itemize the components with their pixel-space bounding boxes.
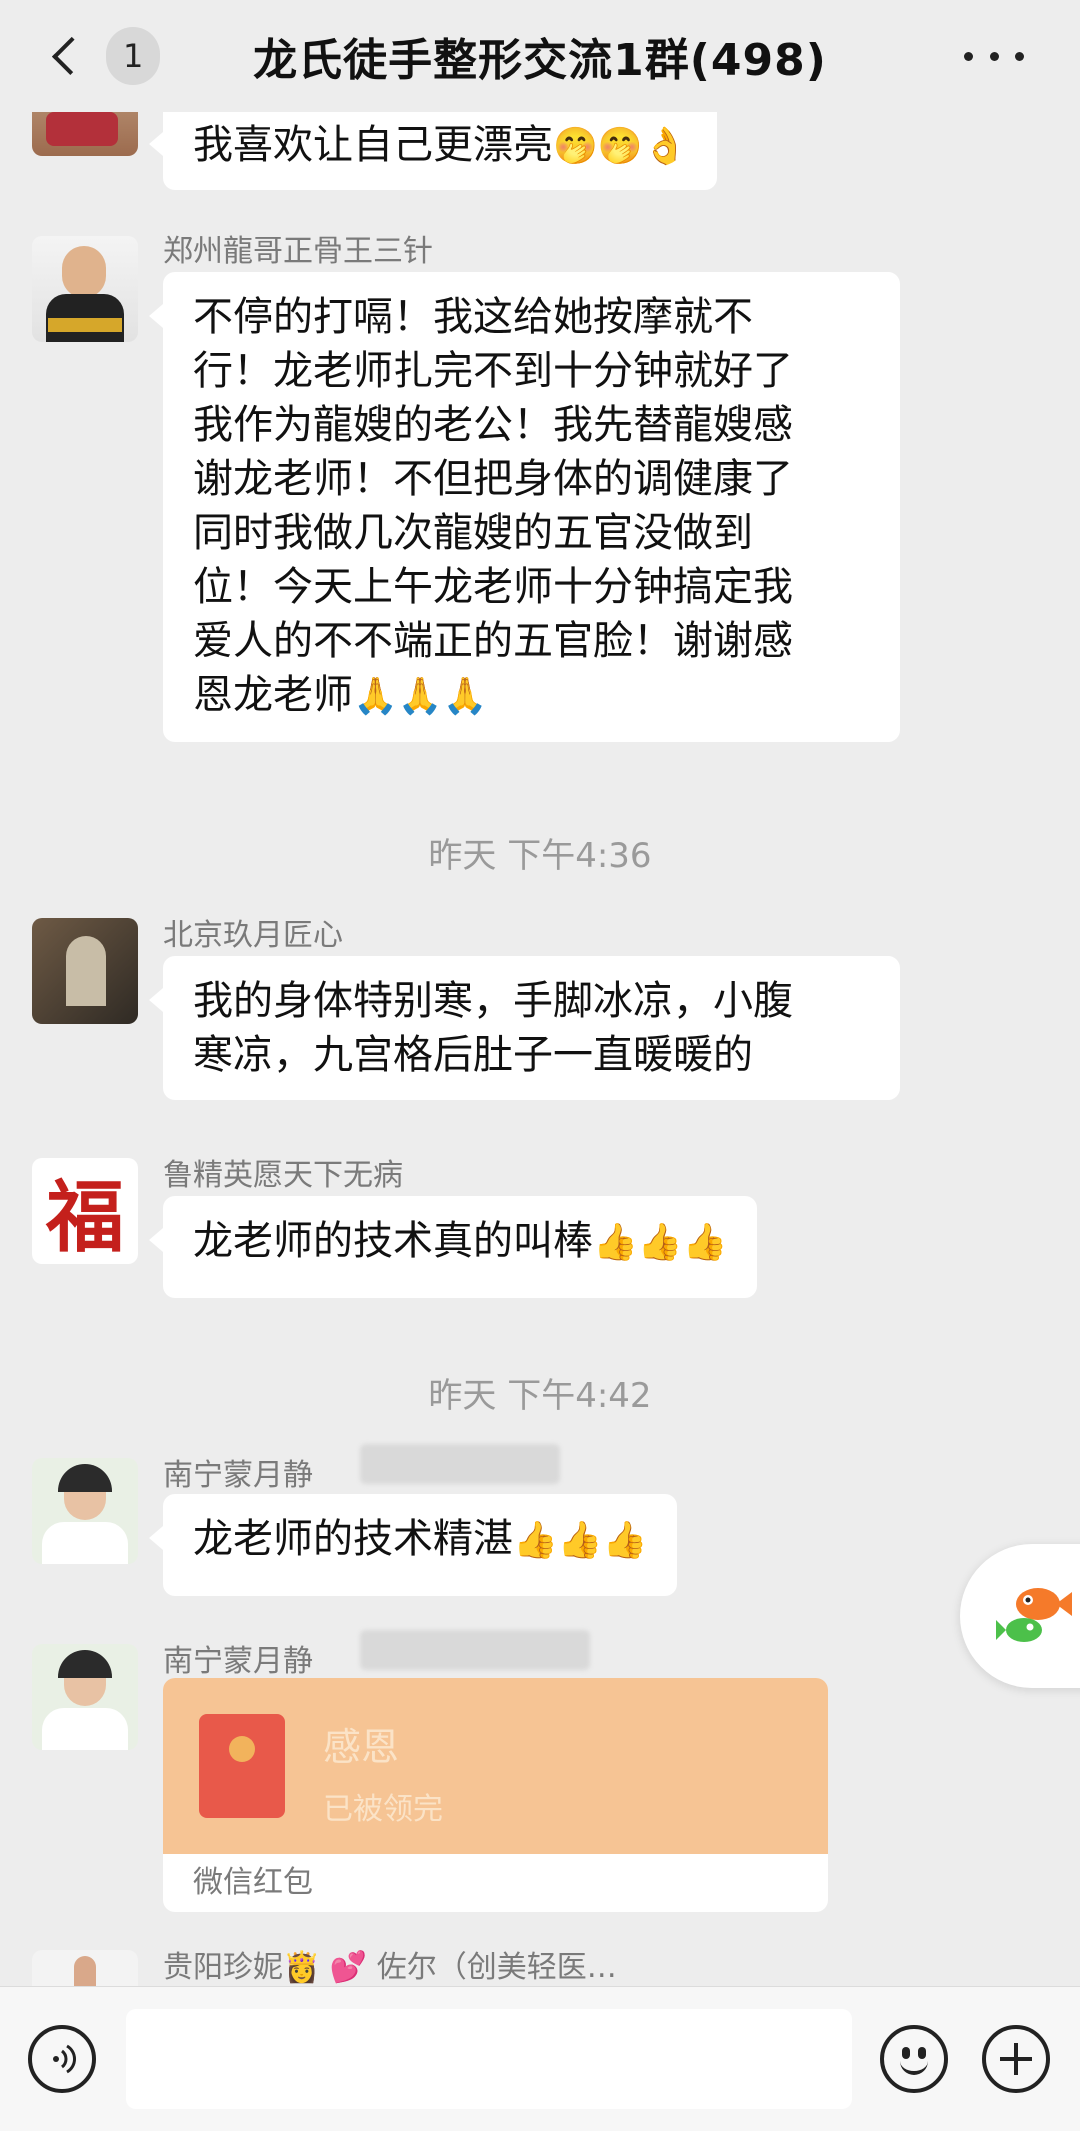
message-line: 寒凉，九宫格后肚子一直暖暖的	[193, 1032, 753, 1078]
avatar[interactable]	[32, 1950, 138, 1986]
chat-title: 龙氏徒手整形交流1群(498)	[253, 35, 827, 86]
plus-button[interactable]	[982, 2025, 1050, 2093]
message-bubble[interactable]: 不停的打嗝！我这给她按摩就不 行！龙老师扎完不到十分钟就好了 我作为龍嫂的老公！…	[149, 272, 900, 742]
more-button[interactable]	[964, 38, 1024, 74]
message-line: 恩龙老师	[193, 672, 353, 718]
unread-badge: 1	[106, 27, 160, 85]
sender-name: 郑州龍哥正骨王三针	[163, 234, 433, 269]
back-button[interactable]: 1	[40, 26, 160, 86]
red-packet-card[interactable]: 感恩 已被领完 微信红包	[163, 1678, 828, 1912]
red-packet-title: 感恩	[323, 1725, 400, 1769]
message-line: 位！今天上午龙老师十分钟搞定我	[193, 564, 793, 610]
message-bubble[interactable]: 龙老师的技术真的叫棒👍👍👍	[148, 1196, 758, 1298]
emoji: 🤭🤭👌	[553, 126, 688, 167]
sender-name: 贵阳珍妮👸 💕 佐尔（创美轻医…	[163, 1950, 617, 1985]
back-chevron-icon	[51, 36, 91, 76]
message-line: 不停的打嗝！我这给她按摩就不	[193, 294, 753, 340]
avatar[interactable]: 福	[32, 1158, 138, 1264]
message-text: 我喜欢让自己更漂亮	[193, 122, 553, 168]
emoji-button[interactable]	[880, 2025, 948, 2093]
message-input[interactable]	[126, 2009, 852, 2109]
red-packet-icon	[199, 1714, 285, 1818]
message-bubble[interactable]: 我喜欢让自己更漂亮🤭🤭👌	[148, 100, 718, 190]
message-line: 我的身体特别寒，手脚冰凉，小腹	[193, 978, 793, 1024]
message-line: 同时我做几次龍嫂的五官没做到	[193, 510, 753, 556]
message-line: 爱人的不不端正的五官脸！谢谢感	[193, 618, 793, 664]
blurred-tag	[360, 1444, 560, 1484]
message-bubble[interactable]: 我的身体特别寒，手脚冰凉，小腹 寒凉，九宫格后肚子一直暖暖的	[149, 956, 900, 1100]
avatar-fu-character: 福	[45, 1172, 124, 1263]
timestamp: 昨天 下午4:42	[428, 1376, 652, 1416]
timestamp: 昨天 下午4:36	[428, 836, 652, 876]
more-icon	[964, 51, 973, 61]
message-text: 龙老师的技术精湛	[193, 1516, 513, 1562]
red-packet-body: 感恩 已被领完	[163, 1678, 828, 1854]
blurred-tag	[360, 1630, 590, 1670]
input-bar	[0, 1986, 1080, 2131]
floating-widget[interactable]	[960, 1544, 1080, 1688]
message-line: 我作为龍嫂的老公！我先替龍嫂感	[193, 402, 793, 448]
voice-icon	[53, 2044, 77, 2074]
emoji: 🙏🙏🙏	[353, 676, 488, 717]
sender-name: 鲁精英愿天下无病	[163, 1158, 403, 1193]
emoji: 👍👍👍	[513, 1520, 648, 1561]
message-bubble[interactable]: 龙老师的技术精湛👍👍👍	[148, 1494, 678, 1596]
sender-name: 南宁蒙月静	[163, 1458, 313, 1493]
avatar[interactable]	[32, 918, 138, 1024]
message-text: 龙老师的技术真的叫棒	[193, 1218, 593, 1264]
message-line: 行！龙老师扎完不到十分钟就好了	[193, 348, 793, 394]
chat-header: 1 龙氏徒手整形交流1群(498)	[0, 0, 1080, 112]
emoji: 👍👍👍	[593, 1222, 728, 1263]
message-line: 谢龙老师！不但把身体的调健康了	[193, 456, 793, 502]
red-packet-label: 微信红包	[193, 1865, 313, 1900]
avatar[interactable]	[32, 236, 138, 342]
voice-button[interactable]	[28, 2025, 96, 2093]
fish-widget-icon	[996, 1588, 1072, 1642]
sender-name: 北京玖月匠心	[163, 918, 343, 953]
red-packet-status: 已被领完	[323, 1792, 443, 1827]
emoji-icon	[900, 2059, 928, 2075]
avatar[interactable]	[32, 1644, 138, 1750]
avatar[interactable]	[32, 1458, 138, 1564]
sender-name: 南宁蒙月静	[163, 1644, 313, 1679]
